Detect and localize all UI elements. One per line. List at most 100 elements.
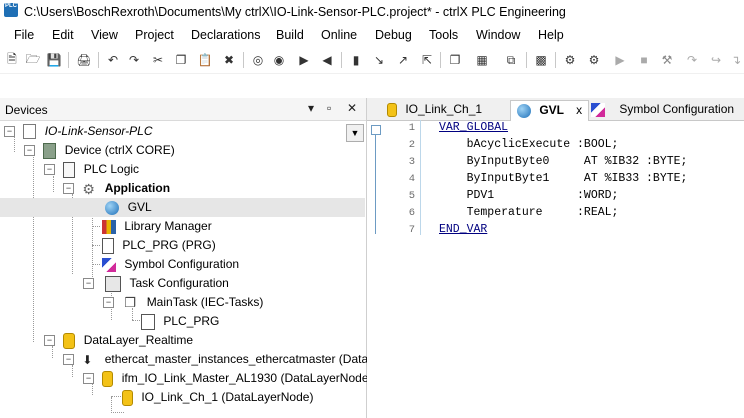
- tab-close-icon[interactable]: x: [576, 103, 582, 117]
- find-replace-icon[interactable]: ◉: [271, 52, 287, 68]
- tab-gvl[interactable]: GVL x: [510, 100, 590, 121]
- tree-connector: [92, 213, 93, 281]
- new-window-icon[interactable]: ⧉: [503, 52, 519, 68]
- tree-item-io-link-ch-1[interactable]: IO_Link_Ch_1 (DataLayerNode): [122, 388, 313, 407]
- close-icon[interactable]: ✕: [347, 101, 357, 115]
- toolbar-spacer: [0, 74, 744, 98]
- bookmark-next-icon[interactable]: ↘: [371, 52, 387, 68]
- bookmark-icon[interactable]: ▮: [348, 52, 364, 68]
- editor-area: IO_Link_Ch_1 GVL x Symbol Configuration …: [367, 98, 744, 418]
- copy-icon[interactable]: ❐: [173, 52, 189, 68]
- menu-debug[interactable]: Debug: [375, 28, 412, 42]
- run-icon[interactable]: ▶: [612, 52, 628, 68]
- collapse-icon[interactable]: −: [63, 354, 74, 365]
- collapse-icon[interactable]: −: [4, 126, 15, 137]
- line-number: 2: [408, 139, 415, 151]
- add-object-icon[interactable]: ▦: [474, 52, 490, 68]
- library-icon: [102, 219, 116, 234]
- reset-icon[interactable]: ⚒: [659, 52, 675, 68]
- menu-tools[interactable]: Tools: [429, 28, 458, 42]
- toolbar-separator: [243, 52, 244, 68]
- paste-icon[interactable]: 📋: [197, 52, 213, 68]
- find-next-icon[interactable]: ▶: [296, 52, 312, 68]
- tree-item-task-configuration[interactable]: − Task Configuration: [83, 274, 229, 293]
- collapse-icon[interactable]: −: [44, 164, 55, 175]
- bookmark-clear-icon[interactable]: ⇱: [419, 52, 435, 68]
- tab-symbol-configuration[interactable]: Symbol Configuration: [585, 100, 740, 119]
- tree-item-plc-prg-call[interactable]: PLC_PRG: [141, 312, 219, 331]
- bookmark-prev-icon[interactable]: ↗: [395, 52, 411, 68]
- gutter-divider: [420, 120, 421, 235]
- menu-edit[interactable]: Edit: [52, 28, 74, 42]
- task-config-icon: [105, 275, 122, 292]
- logout-icon[interactable]: ⚙: [586, 52, 602, 68]
- breakpoints-icon[interactable]: ▩: [533, 52, 549, 68]
- tab-label: GVL: [539, 103, 564, 117]
- tree-item-plc-logic[interactable]: − PLC Logic: [44, 160, 139, 179]
- redo-icon[interactable]: ↷: [126, 52, 142, 68]
- menu-window[interactable]: Window: [476, 28, 520, 42]
- window-icon[interactable]: ❐: [447, 52, 463, 68]
- tree-item-maintask[interactable]: − ❒ MainTask (IEC-Tasks): [103, 293, 263, 312]
- print-icon[interactable]: 🖨: [76, 52, 92, 68]
- menu-declarations[interactable]: Declarations: [191, 28, 260, 42]
- tree-item-label: ethercat_master_instances_ethercatmaster…: [104, 352, 395, 366]
- tab-io-link-ch-1[interactable]: IO_Link_Ch_1: [381, 100, 488, 119]
- stop-icon[interactable]: ■: [636, 52, 652, 68]
- menu-online[interactable]: Online: [321, 28, 357, 42]
- step-over-icon[interactable]: ↪: [708, 52, 724, 68]
- dropdown-icon[interactable]: ▾: [308, 101, 314, 115]
- tree-item-library-manager[interactable]: Library Manager: [102, 217, 212, 236]
- menu-view[interactable]: View: [91, 28, 118, 42]
- gvl-globe-icon: [517, 103, 531, 118]
- code-line: END_VAR: [439, 223, 488, 236]
- menu-help[interactable]: Help: [538, 28, 564, 42]
- devices-panel: Devices ▾ ▫ ✕ ▼ − IO-Link-Sensor-PLC − D…: [0, 98, 394, 418]
- tree-item-label: PLC_PRG: [163, 314, 220, 328]
- menu-build[interactable]: Build: [276, 28, 304, 42]
- pin-icon[interactable]: ▫: [327, 101, 331, 115]
- login-icon[interactable]: ⚙: [562, 52, 578, 68]
- open-folder-icon[interactable]: 🗁: [25, 52, 41, 68]
- menu-bar: File Edit View Project Declarations Buil…: [0, 25, 744, 47]
- step-into-icon[interactable]: ↴: [728, 52, 744, 68]
- toolbar-separator: [68, 52, 69, 68]
- tree-item-label: Device (ctrlX CORE): [64, 143, 175, 157]
- find-previous-icon[interactable]: ◀: [319, 52, 335, 68]
- tree-connector: [111, 397, 112, 413]
- menu-project[interactable]: Project: [135, 28, 174, 42]
- tree-combo-dropdown-icon[interactable]: ▼: [346, 124, 364, 142]
- collapse-icon[interactable]: −: [63, 183, 74, 194]
- tree-item-ifm-io-link-master[interactable]: − ifm_IO_Link_Master_AL1930 (DataLayerNo…: [83, 369, 373, 388]
- step-icon[interactable]: ↷: [684, 52, 700, 68]
- undo-icon[interactable]: ↶: [105, 52, 121, 68]
- toolbar-separator: [98, 52, 99, 68]
- task-icon: ❒: [124, 294, 136, 310]
- menu-file[interactable]: File: [14, 28, 34, 42]
- find-icon[interactable]: ◎: [250, 52, 266, 68]
- tree-item-project[interactable]: − IO-Link-Sensor-PLC: [4, 122, 153, 141]
- toolbar: 🗎 🗁 💾 🖨 ↶ ↷ ✂ ❐ 📋 ✖ ◎ ◉ ▶ ◀ ▮ ↘ ↗ ⇱ ❐ ▦ …: [0, 47, 744, 74]
- tree-item-device[interactable]: − Device (ctrlX CORE): [24, 141, 175, 160]
- tree-item-application[interactable]: − ⚙ Application: [63, 179, 170, 198]
- tree-connector: [92, 245, 100, 246]
- tree-item-gvl[interactable]: GVL: [0, 198, 365, 217]
- tree-item-label: Symbol Configuration: [124, 257, 240, 271]
- collapse-icon[interactable]: −: [44, 335, 55, 346]
- app-logo-icon: PLC: [4, 3, 18, 17]
- tree-item-datalayer-realtime[interactable]: − DataLayer_Realtime: [44, 331, 193, 350]
- collapse-icon[interactable]: −: [24, 145, 35, 156]
- delete-icon[interactable]: ✖: [221, 52, 237, 68]
- collapse-icon[interactable]: −: [83, 278, 94, 289]
- code-editor[interactable]: 1 2 3 4 5 6 7 VAR_GLOBAL bAcyclicExecute…: [367, 120, 744, 418]
- collapse-icon[interactable]: −: [103, 297, 114, 308]
- fold-collapse-icon[interactable]: [371, 125, 381, 135]
- collapse-icon[interactable]: −: [83, 373, 94, 384]
- new-file-icon[interactable]: 🗎: [4, 52, 20, 68]
- ethercat-icon: ⬇: [82, 352, 93, 367]
- save-icon[interactable]: 💾: [46, 52, 62, 68]
- tree-item-plc-prg[interactable]: PLC_PRG (PRG): [102, 236, 216, 255]
- cut-icon[interactable]: ✂: [150, 52, 166, 68]
- tree-item-ethercat-master[interactable]: − ⬇ ethercat_master_instances_ethercatma…: [63, 350, 394, 369]
- tree-item-symbol-configuration[interactable]: Symbol Configuration: [102, 255, 239, 274]
